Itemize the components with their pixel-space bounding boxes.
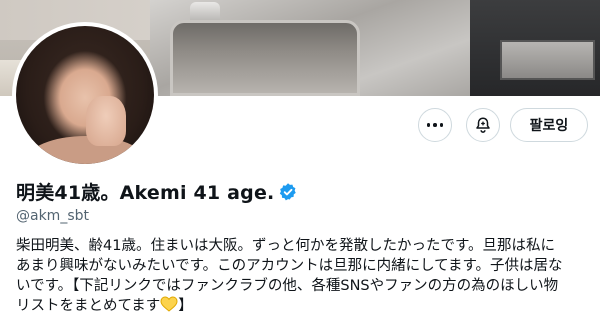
profile-page: 팔로잉 明美41歳。Akemi 41 age. @akm_sbt 柴田明美、齢4… [0,0,600,321]
more-button[interactable] [418,108,452,142]
bio-line-last: リストをまとめてます 】 [16,296,588,316]
profile-bio: 柴田明美、齢41歳。住まいは大阪。ずっと何かを発散したかったです。旦那は私に あ… [16,236,588,316]
display-name: 明美41歳。Akemi 41 age. [16,182,275,204]
verified-badge-icon[interactable] [278,182,298,202]
bio-line: いです。【下記リンクではファンクラブの他、各種SNSやファンの方の為のほしい物 [16,278,559,294]
avatar-photo [16,26,154,164]
name-row: 明美41歳。Akemi 41 age. [16,178,298,205]
avatar-hand [86,96,126,146]
more-horizontal-icon [426,123,444,127]
following-button[interactable]: 팔로잉 [510,108,588,142]
bio-line-text: リストをまとめてます [16,298,161,314]
banner-stove [500,40,595,80]
bell-plus-icon [476,117,490,133]
bio-line-text-end: 】 [178,298,193,314]
notify-button[interactable] [466,108,500,142]
yellow-heart-hands-icon [160,296,178,312]
user-handle: @akm_sbt [16,208,89,224]
bio-line: 柴田明美、齢41歳。住まいは大阪。ずっと何かを発散したかったです。旦那は私に [16,238,555,254]
banner-sink [170,20,360,96]
bio-line: あまり興味がないみたいです。このアカウントは旦那に内緒にしてます。子供は居な [16,258,563,274]
avatar-shoulder [26,136,146,164]
avatar[interactable] [12,22,158,168]
